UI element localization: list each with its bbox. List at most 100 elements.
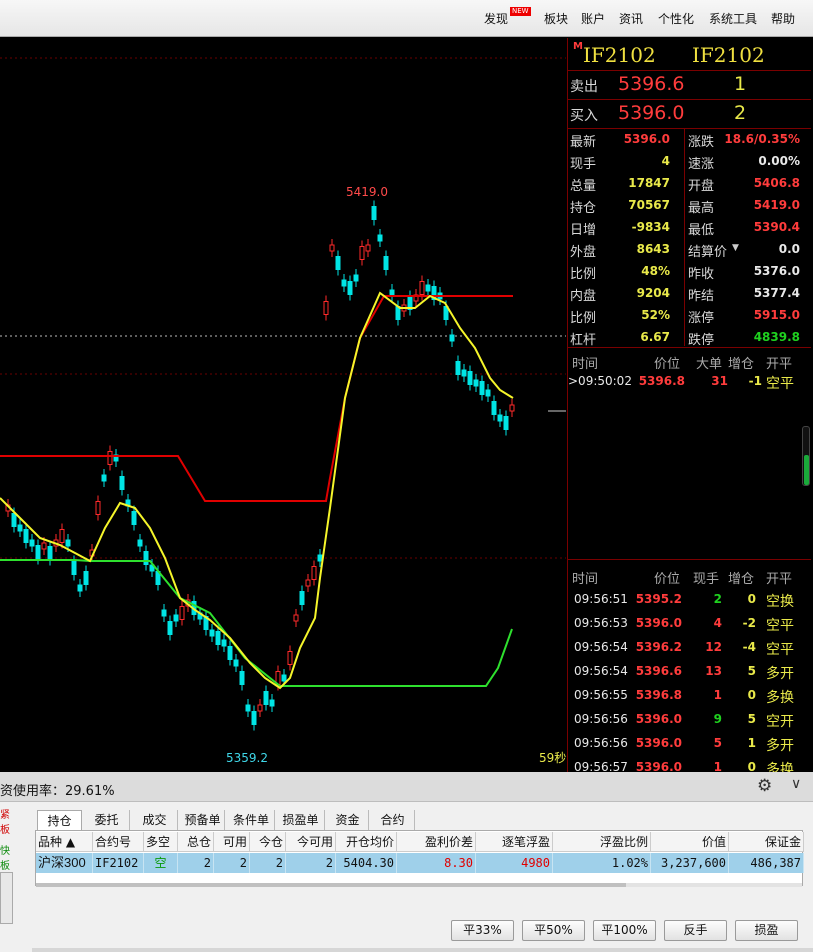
- column-header[interactable]: 今可用: [286, 832, 336, 852]
- column-header[interactable]: 盈利价差: [397, 832, 476, 852]
- stat-label: 日增: [570, 223, 597, 238]
- tab-3[interactable]: 预备单: [181, 810, 225, 830]
- tab-6[interactable]: 资金: [327, 810, 369, 830]
- candle-body: [425, 284, 431, 292]
- menu-help[interactable]: 帮助: [771, 10, 795, 27]
- big-size: 31: [711, 374, 728, 388]
- tick-row: 09:56:55 5396.8 1 0 多换: [568, 688, 808, 710]
- bid-label: 买入: [570, 108, 598, 124]
- gear-icon[interactable]: ⚙: [757, 776, 772, 796]
- column-header[interactable]: 总仓: [178, 832, 214, 852]
- table-cell: 沪深300: [36, 853, 93, 873]
- action-button-2[interactable]: 平100%: [593, 920, 656, 941]
- candle-body: [71, 561, 77, 575]
- table-cell: 1.02%: [553, 853, 651, 873]
- column-header: 开平: [766, 572, 793, 587]
- column-header[interactable]: 多空: [144, 832, 178, 852]
- column-header[interactable]: 逐笔浮盈: [476, 832, 553, 852]
- stat-label: 持仓: [570, 201, 597, 216]
- menu-personalize[interactable]: 个性化: [658, 10, 694, 27]
- column-header[interactable]: 开仓均价: [336, 832, 397, 852]
- kline-chart[interactable]: 5419.0 5359.2 59秒: [0, 38, 566, 772]
- tick-qty: 12: [705, 640, 722, 654]
- tab-7[interactable]: 合约: [371, 810, 415, 830]
- tick-increase: -2: [742, 616, 756, 630]
- menu-discover[interactable]: 发现: [484, 10, 508, 27]
- tick-price: 5396.2: [635, 640, 682, 654]
- column-header[interactable]: 保证金: [729, 832, 804, 852]
- candle-body: [359, 246, 365, 260]
- candle-body: [251, 711, 257, 725]
- stat-value: 70567: [628, 198, 670, 212]
- side-label-2[interactable]: 快板: [0, 842, 14, 872]
- candle-body: [287, 651, 293, 665]
- column-header[interactable]: 今仓: [250, 832, 286, 852]
- candle-body: [299, 591, 305, 605]
- ma-red-line: [0, 295, 513, 502]
- dropdown-triangle-icon[interactable]: ▼: [732, 243, 739, 253]
- candle-body: [161, 609, 167, 617]
- menu-account[interactable]: 账户: [581, 10, 605, 27]
- candle-body: [17, 524, 23, 532]
- candle-body: [83, 571, 89, 585]
- ask-qty: 1: [734, 73, 747, 95]
- column-header[interactable]: 浮盈比例: [553, 832, 651, 852]
- action-button-3[interactable]: 反手: [664, 920, 727, 941]
- menu-sector[interactable]: 板块: [544, 10, 568, 27]
- column-header[interactable]: 价值: [651, 832, 729, 852]
- candle-body: [509, 404, 515, 412]
- stat-label: 昨结: [688, 289, 715, 304]
- stat-value: 48%: [641, 264, 670, 278]
- tick-time: 09:56:56: [574, 736, 628, 750]
- tick-row: 09:56:56 5396.0 9 5 空开: [568, 712, 808, 734]
- tick-increase: 1: [747, 736, 756, 750]
- column-header[interactable]: 可用: [214, 832, 250, 852]
- candle-body: [179, 606, 185, 620]
- tick-time: 09:56:56: [574, 712, 628, 726]
- chevron-down-icon[interactable]: ∨: [791, 776, 801, 792]
- ask-price[interactable]: 5396.6: [618, 73, 684, 95]
- side-panel-handle[interactable]: [0, 872, 13, 924]
- candle-body: [269, 699, 275, 707]
- stat-value: 18.6/0.35%: [724, 132, 800, 146]
- candle-body: [449, 334, 455, 342]
- tick-increase: 0: [747, 592, 756, 606]
- stat-value: 0.00%: [758, 154, 800, 168]
- usage-toolbar: 资使用率：29.61% ⚙ ∨: [0, 772, 813, 802]
- horizontal-scrollbar[interactable]: [36, 883, 802, 887]
- kline-chart-area[interactable]: 5419.0 5359.2 59秒: [0, 38, 566, 772]
- action-button-4[interactable]: 损盈: [735, 920, 798, 941]
- column-header[interactable]: 品种 ▲: [36, 832, 93, 852]
- stat-label: 开盘: [688, 179, 715, 194]
- tick-price: 5396.0: [635, 736, 682, 750]
- tick-type: 空平: [766, 642, 794, 658]
- stat-label: 结算价: [688, 245, 728, 260]
- candle-body: [479, 381, 485, 395]
- column-header: 价位: [654, 357, 681, 372]
- stat-value: 17847: [628, 176, 670, 190]
- candle-body: [467, 371, 473, 385]
- menu-news[interactable]: 资讯: [619, 10, 643, 27]
- action-button-0[interactable]: 平33%: [451, 920, 514, 941]
- stat-value: 4839.8: [753, 330, 800, 344]
- tick-type: 空开: [766, 714, 794, 730]
- tab-1[interactable]: 委托: [84, 810, 130, 830]
- action-button-1[interactable]: 平50%: [522, 920, 585, 941]
- menu-system-tools[interactable]: 系统工具: [709, 10, 757, 27]
- tick-price: 5395.2: [635, 592, 682, 606]
- stat-label: 最新: [570, 135, 597, 150]
- candle-body: [311, 566, 317, 580]
- tab-4[interactable]: 条件单: [228, 810, 275, 830]
- side-label-1[interactable]: 紧板: [0, 806, 14, 836]
- stat-value: 8643: [636, 242, 670, 256]
- candle-body: [455, 361, 461, 375]
- stat-value: 52%: [641, 308, 670, 322]
- column-header[interactable]: 合约号: [93, 832, 144, 852]
- positions-table: 品种 ▲ 合约号 多空 总仓 可用 今仓 今可用 开仓均价 盈利价差 逐笔浮盈 浮盈比例 价值 保证金 …: [35, 830, 804, 887]
- contract-code-right: IF2102: [692, 43, 765, 67]
- bid-price[interactable]: 5396.0: [618, 102, 684, 124]
- tab-5[interactable]: 损盈单: [277, 810, 325, 830]
- candle-body: [293, 614, 299, 622]
- tab-2[interactable]: 成交: [132, 810, 178, 830]
- tab-0[interactable]: 持仓: [37, 810, 82, 830]
